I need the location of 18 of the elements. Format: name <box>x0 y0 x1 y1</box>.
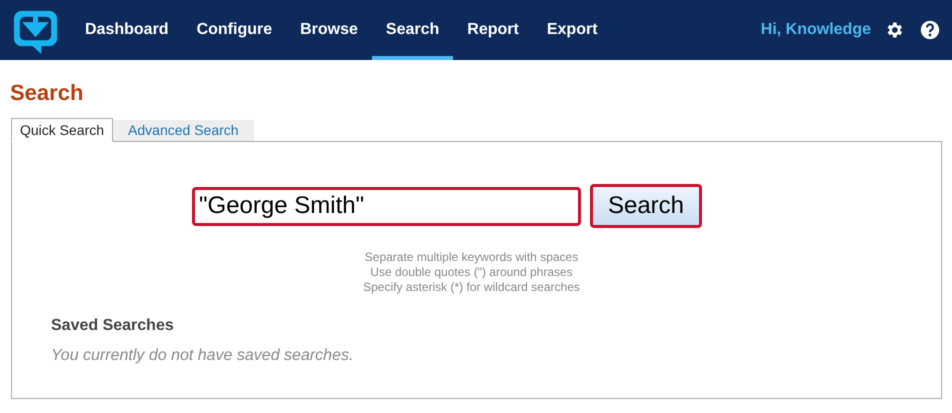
page-title: Search <box>10 80 84 106</box>
section-heading: Saved Searches <box>51 316 174 336</box>
nav-tab[interactable]: Dashboard <box>71 0 183 60</box>
tab[interactable]: Quick Search <box>11 118 114 142</box>
search-button[interactable]: Search <box>590 184 702 228</box>
nav-tab[interactable]: Export <box>532 0 612 60</box>
search-field[interactable]: "George Smith" <box>192 186 581 226</box>
nav-tab[interactable]: Report <box>453 0 533 60</box>
hint-text: Specify asterisk (*) for wildcard searches <box>363 280 580 295</box>
nav-tab[interactable]: Search <box>372 0 454 60</box>
nav-tab[interactable]: Configure <box>182 0 286 60</box>
hint-text: Use double quotes (") around phrases <box>370 265 573 280</box>
user-greeting-link[interactable]: Hi, Knowledge <box>760 18 871 42</box>
help-icon[interactable] <box>920 20 940 40</box>
empty-message: You currently do not have saved searches. <box>51 346 354 366</box>
hint-text: Separate multiple keywords with spaces <box>364 250 578 265</box>
tab[interactable]: Advanced Search <box>113 120 254 141</box>
nav-tab[interactable]: Browse <box>286 0 372 60</box>
